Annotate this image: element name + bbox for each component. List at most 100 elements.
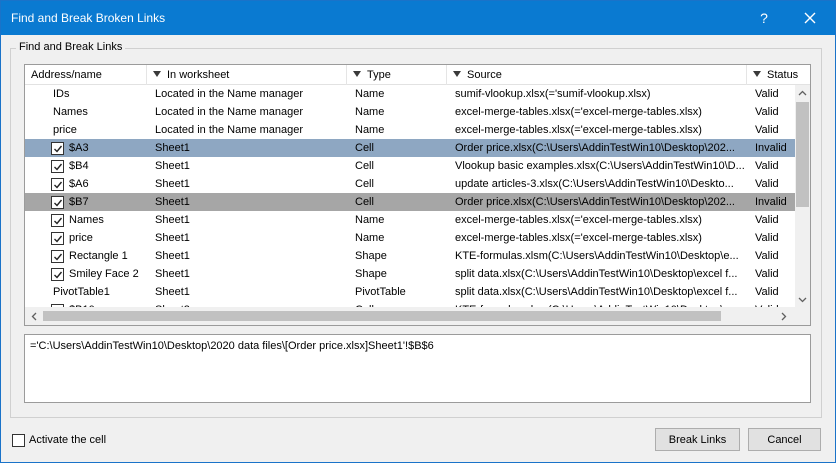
horizontal-scrollbar[interactable] [25,307,795,325]
column-header-type[interactable]: Type [347,65,447,85]
cell-worksheet: Located in the Name manager [155,124,303,136]
cell-type: Name [355,232,385,244]
table-row[interactable]: $A3 Sheet1 Cell Order price.xlsx(C:\Users\A… [25,139,795,157]
list-rows: IDs Located in the Name manager Name sumif-… [25,85,795,307]
cell-address: Smiley Face 2 [69,268,139,280]
sort-down-icon [453,71,461,77]
formula-detail-box[interactable]: ='C:\Users\AddinTestWin10\Desktop\2020 d… [24,334,811,403]
cell-source: excel-merge-tables.xlsx(='excel-merge-ta… [455,124,702,136]
checkmark-icon [54,163,63,171]
cell-status: Valid [755,268,779,280]
cell-worksheet: Sheet1 [155,286,190,298]
row-checkbox[interactable] [51,268,64,281]
cell-status: Valid [755,178,779,190]
checkbox-icon[interactable] [12,433,25,447]
table-row[interactable]: price Sheet1 Name excel-merge-tables.xlsx(=… [25,229,795,247]
cell-status: Invalid [755,142,787,154]
break-links-button[interactable]: Break Links [655,428,740,451]
column-header-status[interactable]: Status [747,65,810,85]
cell-source: split data.xlsx(C:\Users\AddinTestWin10\… [455,268,738,280]
table-row[interactable]: $B7 Sheet1 Cell Order price.xlsx(C:\Users\A… [25,193,795,211]
table-row[interactable]: Names Located in the Name manager Name exce… [25,103,795,121]
row-checkbox[interactable] [51,142,64,155]
cell-type: Shape [355,268,387,280]
close-button[interactable] [787,1,833,35]
cell-address: $B7 [69,196,89,208]
vertical-scroll-thumb[interactable] [796,102,809,207]
title-bar: Find and Break Broken Links ? [1,1,835,35]
cell-address: $A3 [69,142,89,154]
close-icon [804,12,816,24]
checkmark-icon [54,145,63,153]
cell-type: PivotTable [355,286,406,298]
table-row[interactable]: Names Sheet1 Name excel-merge-tables.xlsx(=… [25,211,795,229]
cell-worksheet: Located in the Name manager [155,106,303,118]
vertical-scrollbar[interactable] [795,85,810,307]
cell-source: Vlookup basic examples.xlsx(C:\Users\Add… [455,160,745,172]
table-row[interactable]: $A6 Sheet1 Cell update articles-3.xlsx(C:\U… [25,175,795,193]
cell-source: Order price.xlsx(C:\Users\AddinTestWin10… [455,142,735,154]
table-row[interactable]: PivotTable1 Sheet1 PivotTable split data.xl… [25,283,795,301]
horizontal-scroll-thumb[interactable] [43,311,721,321]
cell-type: Shape [355,250,387,262]
activate-cell-checkbox[interactable]: Activate the cell [12,433,106,447]
scroll-down-icon[interactable] [798,295,807,304]
cell-worksheet: Sheet1 [155,142,190,154]
row-checkbox[interactable] [51,232,64,245]
cell-source: excel-merge-tables.xlsx(='excel-merge-ta… [455,214,702,226]
row-checkbox[interactable] [51,178,64,191]
cell-type: Name [355,214,385,226]
cell-worksheet: Sheet1 [155,178,190,190]
scroll-up-icon[interactable] [798,89,807,98]
cell-worksheet: Sheet1 [155,214,190,226]
checkmark-icon [54,199,63,207]
sort-down-icon [353,71,361,77]
cell-source: excel-merge-tables.xlsx(='excel-merge-ta… [455,106,702,118]
scroll-left-icon[interactable] [30,312,39,321]
cell-address: Names [53,106,88,118]
row-checkbox[interactable] [51,196,64,209]
cell-status: Valid [755,232,779,244]
cell-source: update articles-3.xlsx(C:\Users\AddinTes… [455,178,734,190]
cell-worksheet: Located in the Name manager [155,88,303,100]
row-checkbox[interactable] [51,160,64,173]
table-row[interactable]: price Located in the Name manager Name exce… [25,121,795,139]
scroll-right-icon[interactable] [779,312,788,321]
row-checkbox[interactable] [51,250,64,263]
cell-status: Valid [755,250,779,262]
help-button[interactable]: ? [741,1,787,35]
table-row[interactable]: Rectangle 1 Sheet1 Shape KTE-formulas.xlsm(… [25,247,795,265]
table-row[interactable]: $B4 Sheet1 Cell Vlookup basic examples.xlsx… [25,157,795,175]
cell-type: Cell [355,142,374,154]
cancel-button[interactable]: Cancel [748,428,821,451]
row-checkbox[interactable] [51,214,64,227]
column-header-worksheet[interactable]: In worksheet [147,65,347,85]
window-title: Find and Break Broken Links [11,11,166,25]
table-row[interactable]: Smiley Face 2 Sheet1 Shape split data.xlsx(… [25,265,795,283]
group-label: Find and Break Links [16,41,126,53]
cell-worksheet: Sheet1 [155,232,190,244]
table-row[interactable]: IDs Located in the Name manager Name sumif-… [25,85,795,103]
cell-source: Order price.xlsx(C:\Users\AddinTestWin10… [455,196,735,208]
cell-status: Invalid [755,196,787,208]
cell-type: Cell [355,160,374,172]
help-icon: ? [760,10,768,26]
cell-source: sumif-vlookup.xlsx(='sumif-vlookup.xlsx) [455,88,651,100]
cell-type: Name [355,88,385,100]
sort-down-icon [753,71,761,77]
cell-source: split data.xlsx(C:\Users\AddinTestWin10\… [455,286,738,298]
cell-status: Valid [755,286,779,298]
cell-status: Valid [755,160,779,172]
cell-type: Cell [355,178,374,190]
sort-down-icon [153,71,161,77]
checkmark-icon [54,271,63,279]
checkmark-icon [54,235,63,243]
cell-address: price [53,124,77,136]
column-header-source[interactable]: Source [447,65,747,85]
cell-address: PivotTable1 [53,286,110,298]
cell-status: Valid [755,214,779,226]
cell-worksheet: Sheet1 [155,250,190,262]
links-list[interactable]: Address/name In worksheet Type Source St… [24,64,811,326]
cell-address: Rectangle 1 [69,250,128,262]
column-header-address[interactable]: Address/name [25,65,147,85]
